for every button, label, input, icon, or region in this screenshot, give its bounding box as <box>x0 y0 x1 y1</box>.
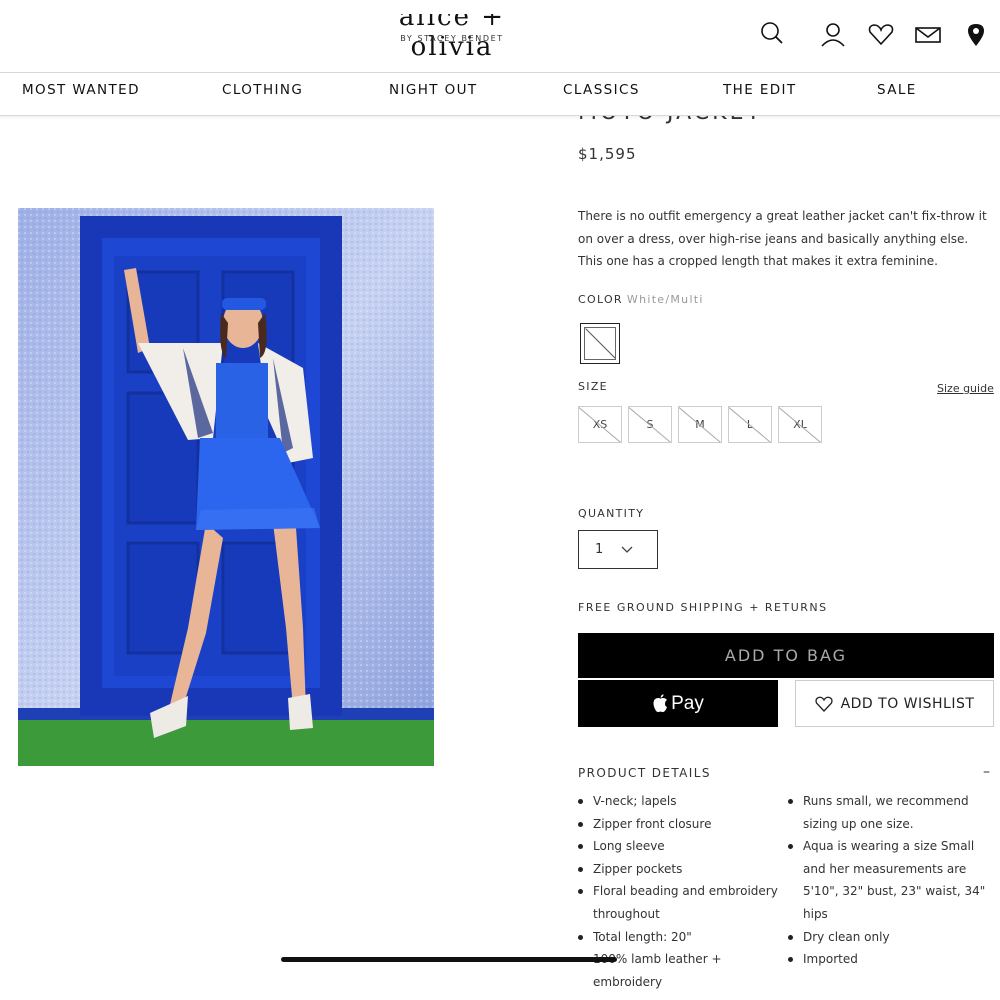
product-photo[interactable] <box>18 208 434 766</box>
product-description: There is no outfit emergency a great lea… <box>578 209 987 268</box>
size-label: SIZE <box>578 380 608 393</box>
list-item: Long sleeve <box>578 835 783 858</box>
site-header: alice + olivia BY STACEY BENDET <box>0 0 1000 72</box>
details-list-right: Runs small, we recommend sizing up one s… <box>788 790 996 971</box>
nav-most-wanted[interactable]: MOST WANTED <box>22 82 140 98</box>
account-icon[interactable] <box>818 20 848 50</box>
list-item: Imported <box>788 948 996 971</box>
heart-icon <box>814 696 833 712</box>
color-value: White/Multi <box>626 293 704 306</box>
wishlist-heart-icon[interactable] <box>866 20 896 50</box>
apple-pay-button[interactable]: Pay <box>578 680 778 727</box>
add-to-wishlist-button[interactable]: ADD TO WISHLIST <box>795 680 994 727</box>
list-item: Zipper pockets <box>578 858 783 881</box>
list-item: 100% lamb leather + embroidery <box>578 948 783 993</box>
search-icon[interactable] <box>757 20 787 50</box>
details-list-left: V-neck; lapels Zipper front closure Long… <box>578 790 783 993</box>
home-indicator[interactable] <box>281 957 617 962</box>
quantity-value: 1 <box>595 542 604 557</box>
size-option-label: M <box>695 418 705 431</box>
apple-pay-label: Pay <box>671 692 704 714</box>
swatch-fill <box>584 327 616 360</box>
brand-tagline: BY STACEY BENDET <box>400 34 504 43</box>
size-option-label: L <box>746 418 754 431</box>
size-option-label: XS <box>592 418 608 431</box>
color-swatch-white-multi[interactable] <box>580 323 620 364</box>
list-item: Dry clean only <box>788 926 996 949</box>
size-guide-link[interactable]: Size guide <box>937 382 994 395</box>
size-option-xs[interactable]: XS <box>578 406 622 443</box>
quantity-select[interactable]: 1 <box>578 530 658 569</box>
size-option-label: XL <box>793 418 807 431</box>
add-to-bag-button[interactable]: ADD TO BAG <box>578 633 994 678</box>
mail-icon[interactable] <box>913 20 943 50</box>
list-item: Zipper front closure <box>578 813 783 836</box>
color-row: COLOR White/Multi <box>578 293 704 306</box>
collapse-toggle-icon[interactable]: – <box>983 764 990 780</box>
size-option-m[interactable]: M <box>678 406 722 443</box>
color-label: COLOR <box>578 293 623 306</box>
brand-logo[interactable]: alice + olivia BY STACEY BENDET <box>368 14 536 62</box>
product-price: $1,595 <box>578 145 637 163</box>
list-item: Total length: 20" <box>578 926 783 949</box>
list-item: V-neck; lapels <box>578 790 783 813</box>
add-to-bag-label: ADD TO BAG <box>724 646 848 665</box>
list-item: Floral beading and embroidery throughout <box>578 880 783 925</box>
quantity-label: QUANTITY <box>578 507 645 520</box>
nav-sale[interactable]: SALE <box>877 82 917 98</box>
size-option-xl[interactable]: XL <box>778 406 822 443</box>
size-option-label: S <box>646 418 654 431</box>
apple-logo-icon <box>653 694 668 713</box>
main-navigation: MOST WANTED CLOTHING NIGHT OUT CLASSICS … <box>0 72 1000 116</box>
chevron-down-icon <box>621 546 633 553</box>
add-to-wishlist-label: ADD TO WISHLIST <box>840 695 975 712</box>
product-details-heading[interactable]: PRODUCT DETAILS <box>578 766 711 780</box>
brand-name: alice + olivia <box>398 14 506 62</box>
nav-clothing[interactable]: CLOTHING <box>222 82 303 98</box>
list-item: Runs small, we recommend sizing up one s… <box>788 790 996 835</box>
nav-classics[interactable]: CLASSICS <box>563 82 640 98</box>
store-locator-icon[interactable] <box>961 20 991 50</box>
nav-the-edit[interactable]: THE EDIT <box>723 82 797 98</box>
nav-night-out[interactable]: NIGHT OUT <box>389 82 478 98</box>
shipping-note: FREE GROUND SHIPPING + RETURNS <box>578 601 828 614</box>
size-option-s[interactable]: S <box>628 406 672 443</box>
size-option-l[interactable]: L <box>728 406 772 443</box>
list-item: Aqua is wearing a size Small and her mea… <box>788 835 996 925</box>
